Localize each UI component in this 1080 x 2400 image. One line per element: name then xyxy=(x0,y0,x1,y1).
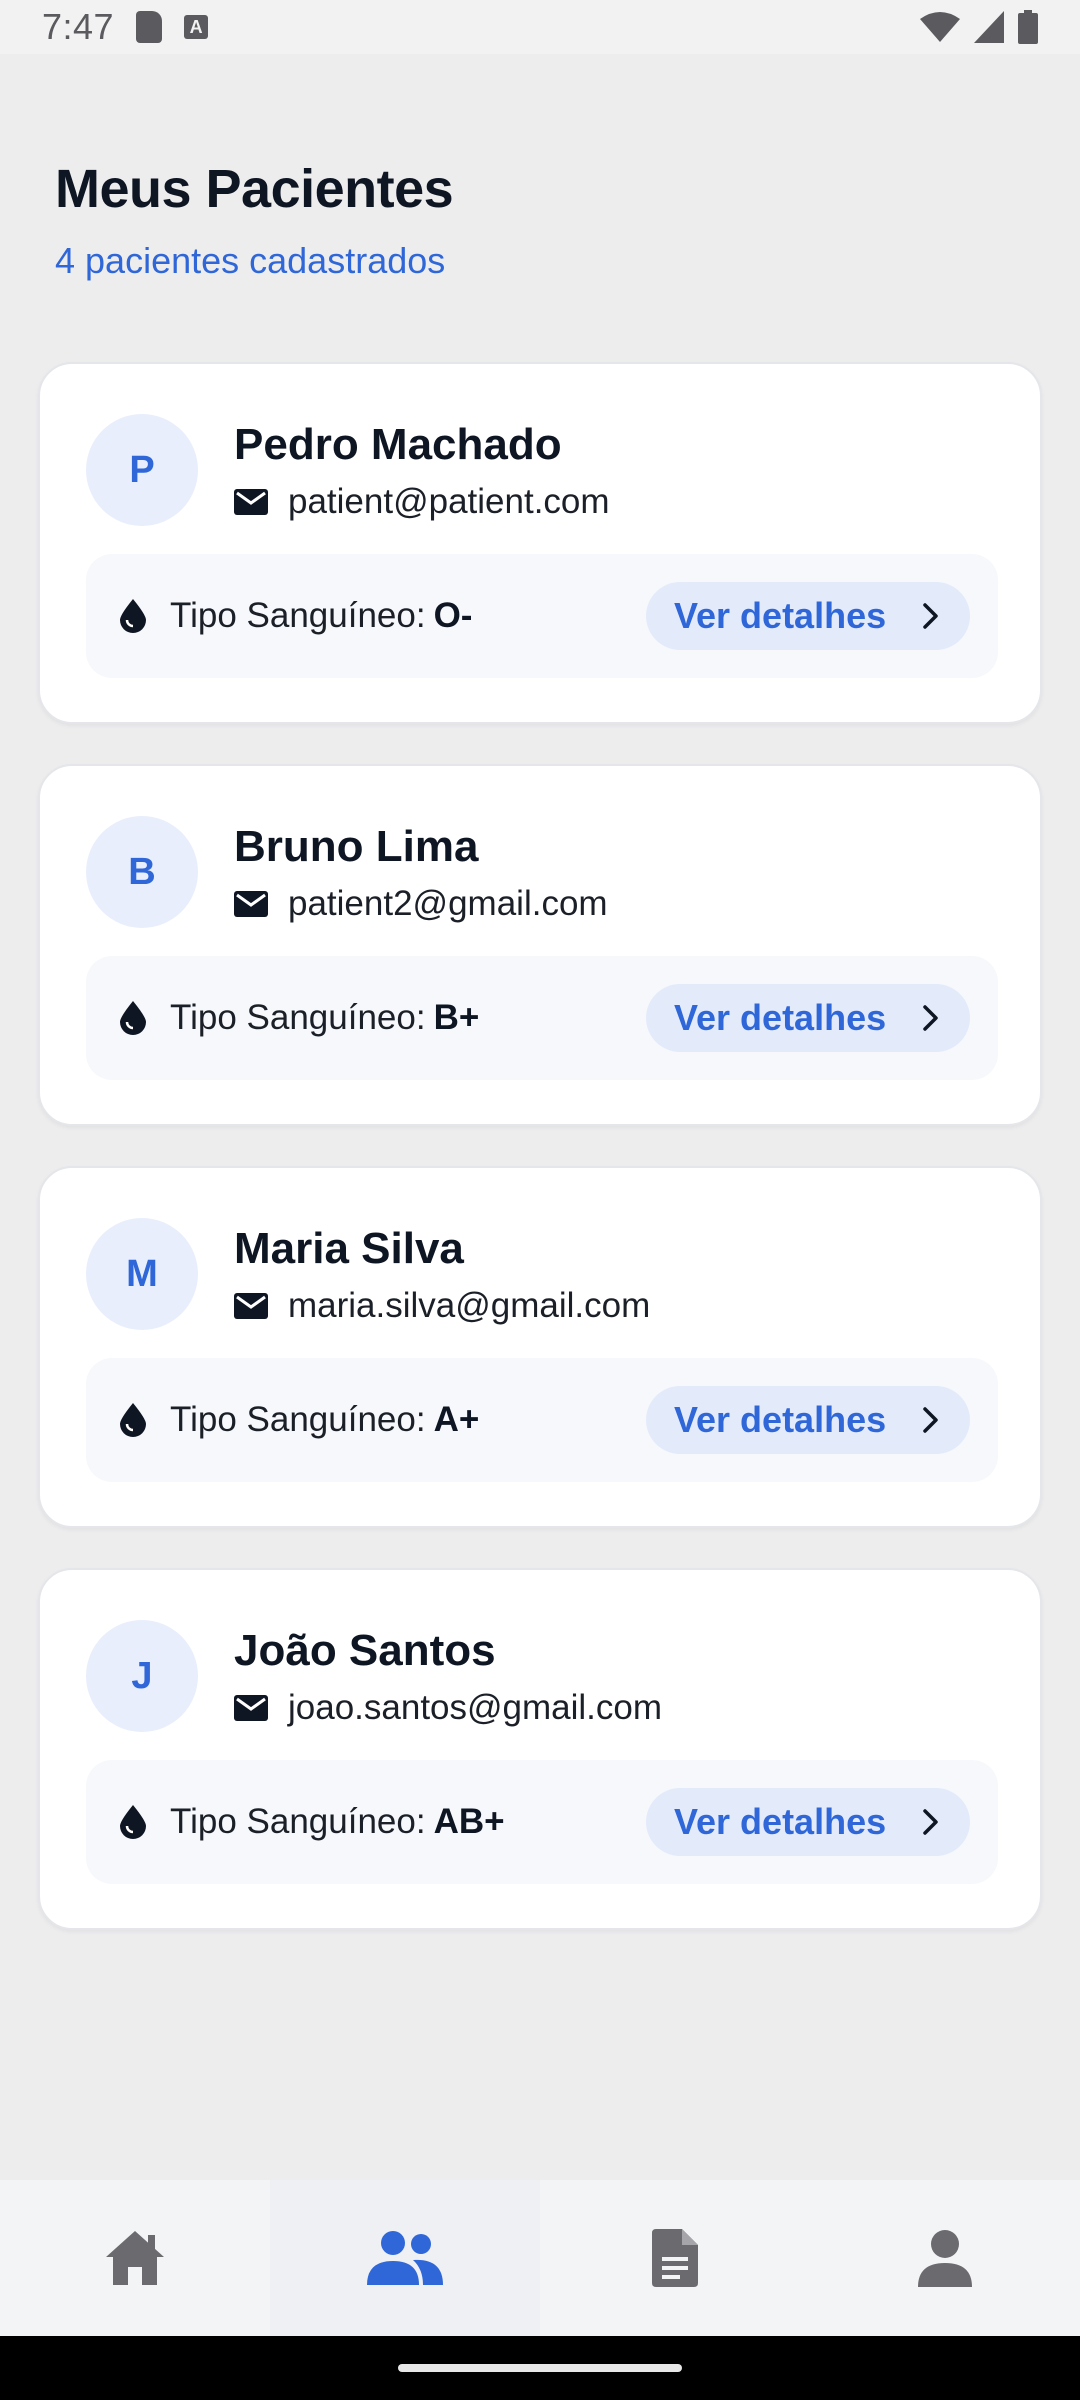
avatar: J xyxy=(86,1620,198,1732)
mail-icon xyxy=(234,1695,268,1721)
sd-card-icon xyxy=(136,11,163,43)
page-title: Meus Pacientes xyxy=(55,159,454,219)
home-icon xyxy=(106,2231,164,2285)
patient-card[interactable]: B Bruno Lima patient2@gmail.com Tipo San… xyxy=(38,764,1042,1126)
blood-drop-icon xyxy=(120,1001,146,1035)
blood-type-value: B+ xyxy=(433,998,480,1037)
email-row: joao.santos@gmail.com xyxy=(234,1688,662,1728)
blood-type-box: Tipo Sanguíneo: A+ Ver detalhes xyxy=(86,1358,998,1482)
blood-type-box: Tipo Sanguíneo: O- Ver detalhes xyxy=(86,554,998,678)
nav-home[interactable] xyxy=(0,2180,270,2336)
email-row: patient@patient.com xyxy=(234,482,610,522)
patient-card[interactable]: M Maria Silva maria.silva@gmail.com Tipo… xyxy=(38,1166,1042,1528)
blood-type-value: A+ xyxy=(433,1400,480,1439)
chevron-right-icon xyxy=(922,1004,940,1032)
patient-name: Bruno Lima xyxy=(234,822,479,871)
blood-type-label: Tipo Sanguíneo: xyxy=(170,1400,426,1439)
blood-type-box: Tipo Sanguíneo: AB+ Ver detalhes xyxy=(86,1760,998,1884)
blood-drop-icon xyxy=(120,599,146,633)
view-details-label: Ver detalhes xyxy=(674,595,887,636)
mail-icon xyxy=(234,1293,268,1319)
blood-type-label: Tipo Sanguíneo: xyxy=(170,1802,426,1841)
status-icons-right xyxy=(920,10,1038,44)
avatar: P xyxy=(86,414,198,526)
patient-card[interactable]: P Pedro Machado patient@patient.com Tipo… xyxy=(38,362,1042,724)
blood-type-value: O- xyxy=(433,596,473,635)
patient-email: joao.santos@gmail.com xyxy=(288,1688,663,1727)
patient-card[interactable]: J João Santos joao.santos@gmail.com Tipo… xyxy=(38,1568,1042,1930)
blood-type-value: AB+ xyxy=(433,1802,505,1841)
blood-drop-icon xyxy=(120,1403,146,1437)
patient-name: João Santos xyxy=(234,1626,496,1675)
patient-email: patient2@gmail.com xyxy=(288,884,608,923)
nav-profile[interactable] xyxy=(810,2180,1080,2336)
wifi-icon xyxy=(920,12,960,42)
view-details-button[interactable]: Ver detalhes xyxy=(646,984,970,1052)
gesture-bar xyxy=(0,2336,1080,2400)
avatar: B xyxy=(86,816,198,928)
chevron-right-icon xyxy=(922,1406,940,1434)
nav-documents[interactable] xyxy=(540,2180,810,2336)
mail-icon xyxy=(234,891,268,917)
gesture-handle[interactable] xyxy=(398,2364,682,2372)
blood-type-label: Tipo Sanguíneo: xyxy=(170,998,426,1037)
view-details-button[interactable]: Ver detalhes xyxy=(646,1386,970,1454)
email-row: maria.silva@gmail.com xyxy=(234,1286,650,1326)
blood-drop-icon xyxy=(120,1805,146,1839)
blood-type-box: Tipo Sanguíneo: B+ Ver detalhes xyxy=(86,956,998,1080)
patient-count-subtitle: 4 pacientes cadastrados xyxy=(55,240,446,281)
bottom-nav xyxy=(0,2180,1080,2336)
view-details-label: Ver detalhes xyxy=(674,997,887,1038)
patient-name: Maria Silva xyxy=(234,1224,464,1273)
chevron-right-icon xyxy=(922,602,940,630)
view-details-button[interactable]: Ver detalhes xyxy=(646,1788,970,1856)
view-details-button[interactable]: Ver detalhes xyxy=(646,582,970,650)
view-details-label: Ver detalhes xyxy=(674,1801,887,1842)
patient-list: P Pedro Machado patient@patient.com Tipo… xyxy=(38,362,1042,1970)
mail-icon xyxy=(234,489,268,515)
chevron-right-icon xyxy=(922,1808,940,1836)
blood-type-label: Tipo Sanguíneo: xyxy=(170,596,426,635)
document-icon xyxy=(652,2229,698,2287)
patient-email: maria.silva@gmail.com xyxy=(288,1286,651,1325)
font-a-icon: A xyxy=(184,15,209,39)
status-icons-left: A xyxy=(136,11,209,43)
status-time: 7:47 xyxy=(42,6,115,47)
person-icon xyxy=(918,2230,972,2287)
patient-name: Pedro Machado xyxy=(234,420,562,469)
battery-icon xyxy=(1018,10,1038,44)
signal-icon xyxy=(974,11,1004,43)
nav-patients[interactable] xyxy=(270,2180,540,2336)
view-details-label: Ver detalhes xyxy=(674,1399,887,1440)
people-icon xyxy=(367,2231,443,2285)
email-row: patient2@gmail.com xyxy=(234,884,608,924)
status-bar: 7:47 A xyxy=(0,0,1080,54)
patient-email: patient@patient.com xyxy=(288,482,610,521)
avatar: M xyxy=(86,1218,198,1330)
